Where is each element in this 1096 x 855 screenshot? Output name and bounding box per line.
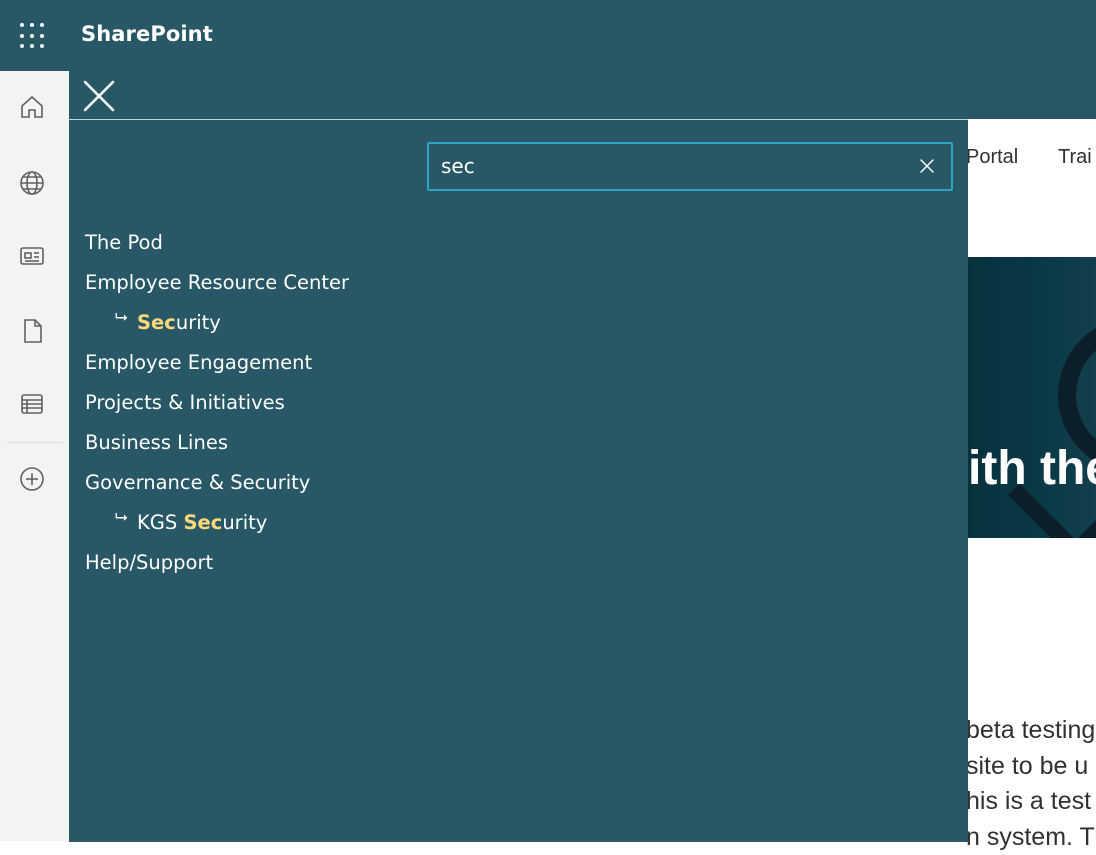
nav-search-input[interactable] <box>441 153 901 179</box>
bg-body-line: beta testing <box>966 713 1096 749</box>
nav-subitem-rest: urity <box>222 511 267 534</box>
nav-subitem-rest: urity <box>176 311 221 334</box>
app-bar-divider <box>6 442 62 443</box>
app-bar <box>0 71 70 841</box>
nav-item-employee-engagement[interactable]: Employee Engagement <box>85 351 312 374</box>
search-match-highlight: Sec <box>183 511 222 534</box>
bg-body-text: beta testing site to be u his is a test … <box>966 713 1096 855</box>
nav-subitem-prefix: KGS <box>137 511 183 534</box>
nav-item-employee-resource-center[interactable]: Employee Resource Center <box>85 271 349 294</box>
document-icon[interactable] <box>18 317 46 345</box>
list-icon[interactable] <box>18 390 46 418</box>
home-icon[interactable] <box>18 93 46 121</box>
nav-panel-header <box>69 71 1096 119</box>
bg-body-line: his is a test <box>966 784 1096 820</box>
nav-item-governance-security[interactable]: Governance & Security <box>85 471 310 494</box>
bg-nav-training[interactable]: Trai <box>1058 146 1092 169</box>
nav-subitem-security[interactable]: ⮡Security <box>115 311 221 334</box>
nav-item-the-pod[interactable]: The Pod <box>85 231 163 254</box>
nav-search-box <box>427 142 953 191</box>
sub-link-arrow-icon: ⮡ <box>115 507 137 527</box>
bg-body-line: n system. Th <box>966 820 1096 855</box>
add-icon[interactable] <box>18 465 46 493</box>
hero-text: ith the <box>968 441 1096 496</box>
app-launcher-icon[interactable] <box>20 23 46 49</box>
nav-subitem-kgs-security[interactable]: ⮡KGS Security <box>115 511 267 534</box>
nav-item-business-lines[interactable]: Business Lines <box>85 431 228 454</box>
nav-item-help-support[interactable]: Help/Support <box>85 551 213 574</box>
bg-body-line: site to be u <box>966 749 1096 785</box>
search-match-highlight: Sec <box>137 311 176 334</box>
nav-item-projects-initiatives[interactable]: Projects & Initiatives <box>85 391 285 414</box>
news-icon[interactable] <box>18 242 46 270</box>
sub-link-arrow-icon: ⮡ <box>115 307 137 327</box>
bg-nav-portal[interactable]: Portal <box>966 146 1018 169</box>
globe-icon[interactable] <box>18 169 46 197</box>
suite-bar: SharePoint <box>0 0 1096 71</box>
brand-title[interactable]: SharePoint <box>81 22 213 46</box>
clear-search-icon[interactable] <box>918 157 936 175</box>
close-icon[interactable] <box>82 79 116 113</box>
